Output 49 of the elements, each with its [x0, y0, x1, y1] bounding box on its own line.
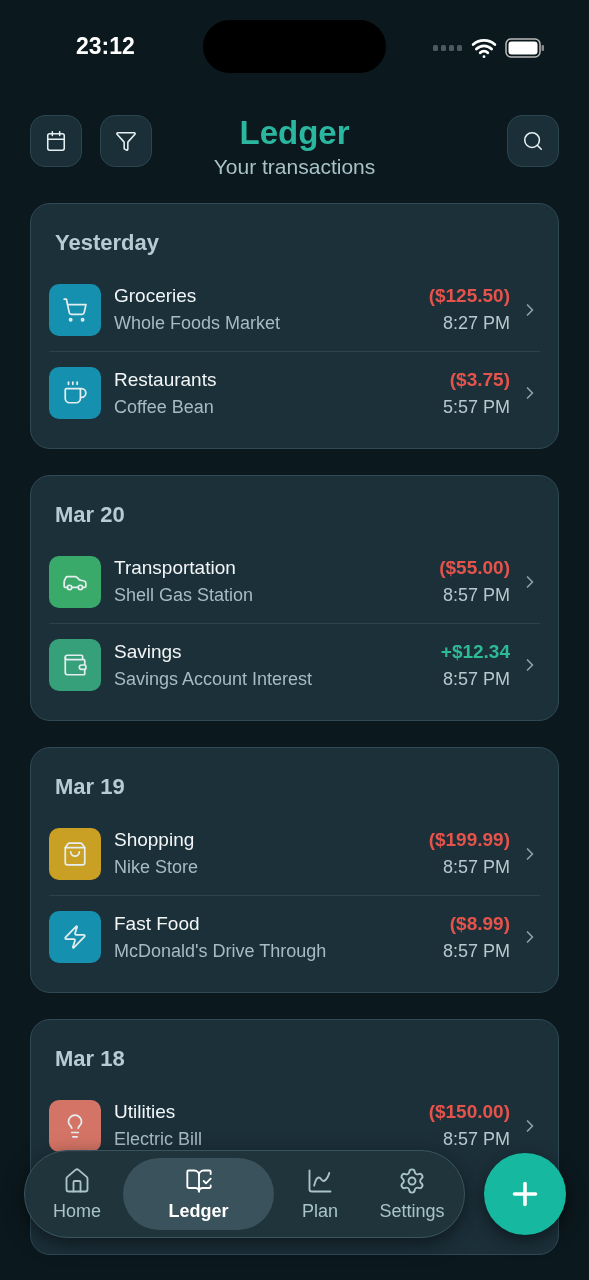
amount: ($55.00) — [439, 557, 510, 579]
date-heading: Mar 19 — [55, 774, 126, 800]
home-icon — [63, 1166, 91, 1195]
merchant-name: Whole Foods Market — [114, 313, 282, 334]
search-icon — [522, 130, 544, 152]
tab[interactable]: Plan — [274, 1158, 366, 1230]
merchant-name: McDonald's Drive Through — [114, 940, 328, 962]
transaction-time: 8:57 PM — [442, 1129, 510, 1150]
amount: +$12.34 — [440, 640, 510, 663]
filter-icon — [115, 130, 137, 152]
merchant-name: Nike Store — [114, 857, 200, 878]
transaction-time: 8:57 PM — [442, 668, 510, 690]
amount: ($125.50) — [428, 285, 510, 307]
search-button[interactable] — [507, 115, 559, 167]
amount: ($150.00) — [428, 1101, 510, 1123]
page-title: Ledger — [239, 113, 350, 153]
filter-button[interactable] — [100, 115, 152, 167]
signal-icon — [433, 43, 463, 52]
tab[interactable]: Settings — [366, 1158, 458, 1230]
status-time: 23:12 — [76, 33, 135, 60]
merchant-name: Electric Bill — [114, 1129, 203, 1150]
calendar-button[interactable] — [30, 115, 82, 167]
tab[interactable]: Home — [31, 1158, 123, 1230]
settings-icon — [398, 1166, 426, 1195]
amount: ($8.99) — [449, 912, 510, 935]
transaction-time: 8:57 PM — [442, 940, 510, 962]
category-name: Savings — [114, 640, 183, 663]
date-heading: Yesterday — [55, 230, 160, 256]
category-name: Shopping — [114, 829, 196, 851]
category-name: Utilities — [114, 1101, 177, 1123]
merchant-name: Coffee Bean — [114, 396, 215, 418]
date-heading: Mar 20 — [55, 502, 126, 528]
page-subtitle: Your transactions — [213, 155, 376, 179]
transaction-time: 8:57 PM — [442, 585, 510, 606]
transaction-time: 8:57 PM — [442, 857, 510, 878]
merchant-name: Savings Account Interest — [114, 668, 314, 690]
calendar-icon — [45, 130, 67, 152]
category-name: Transportation — [114, 557, 237, 579]
category-name: Fast Food — [114, 912, 201, 935]
date-heading: Mar 18 — [55, 1046, 126, 1072]
tab[interactable]: Ledger — [123, 1158, 274, 1230]
amount: ($3.75) — [449, 368, 510, 391]
amount: ($199.99) — [428, 829, 510, 851]
merchant-name: Shell Gas Station — [114, 585, 255, 606]
category-name: Restaurants — [114, 368, 218, 391]
transaction-time: 8:27 PM — [442, 313, 510, 334]
category-name: Groceries — [114, 285, 198, 307]
transaction-time: 5:57 PM — [442, 396, 510, 418]
battery-icon — [505, 37, 545, 58]
